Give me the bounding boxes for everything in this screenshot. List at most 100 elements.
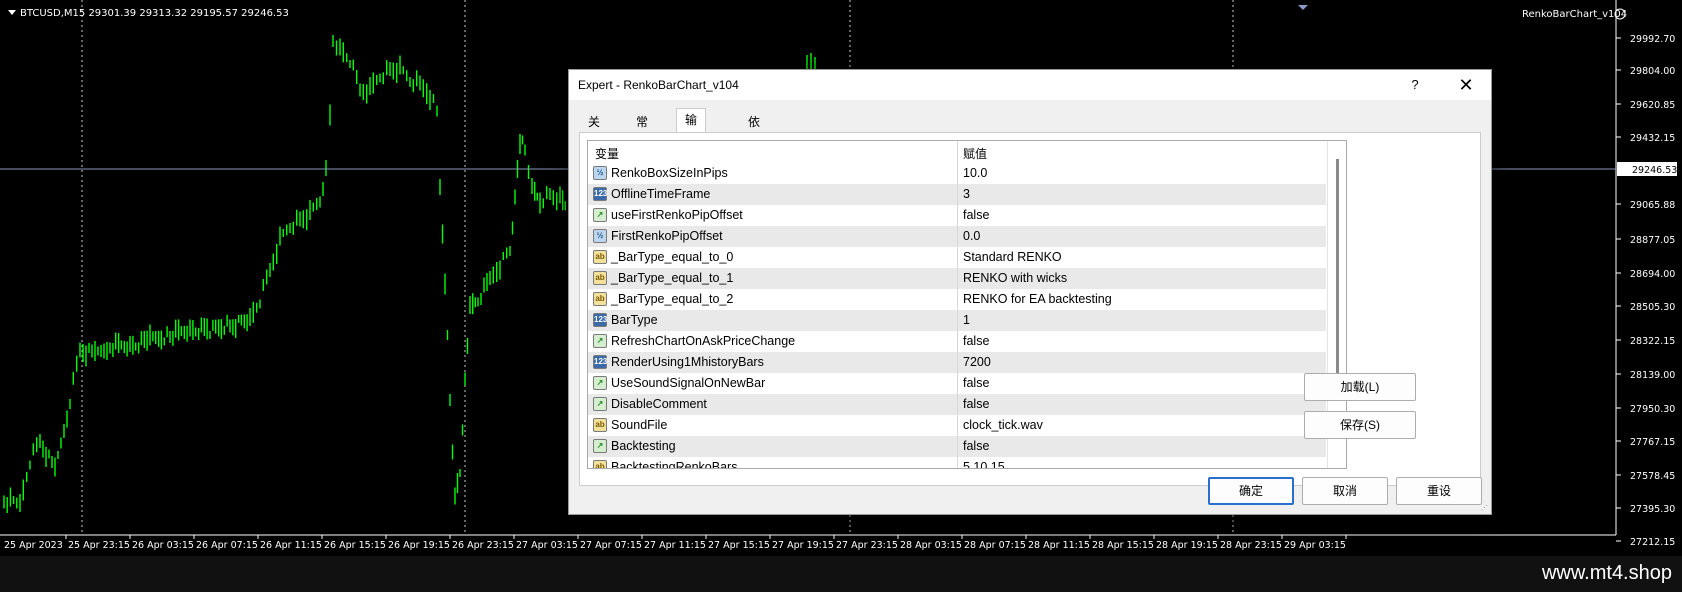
input-variable-name: BacktestingRenkoBars: [611, 460, 738, 469]
input-variable-name: _BarType_equal_to_1: [611, 271, 734, 285]
column-divider[interactable]: [957, 141, 958, 468]
price-label: 27950.30: [1630, 404, 1675, 415]
input-variable-name: SoundFile: [611, 418, 668, 432]
bool-type-icon: ↗: [593, 397, 607, 411]
time-label: 27 Apr 07:15: [580, 540, 642, 551]
str-type-icon: ab: [593, 460, 607, 468]
time-label: 26 Apr 19:15: [388, 540, 450, 551]
bool-type-icon: ↗: [593, 208, 607, 222]
input-variable-name: RefreshChartOnAskPriceChange: [611, 334, 796, 348]
bool-type-icon: ↗: [593, 334, 607, 348]
dialog-title: Expert - RenkoBarChart_v104: [578, 78, 739, 92]
inputs-panel: 变量 赋值 ½ RenkoBoxSizeInPips 10.0 123 OfflineT…: [579, 132, 1481, 486]
input-value[interactable]: RENKO for EA backtesting: [963, 292, 1112, 306]
resize-grip-icon[interactable]: ⋰: [1481, 504, 1489, 512]
scrollbar-thumb[interactable]: [1336, 159, 1339, 397]
bool-type-icon: ↗: [593, 439, 607, 453]
chart-symbol-info: BTCUSD,M15 29301.39 29313.32 29195.57 29…: [20, 8, 289, 19]
num-type-icon: ½: [593, 166, 607, 180]
int-type-icon: 123: [593, 313, 607, 327]
cancel-button[interactable]: 取消: [1302, 477, 1388, 505]
input-value[interactable]: false: [963, 397, 989, 411]
input-value[interactable]: Standard RENKO: [963, 250, 1062, 264]
dialog-titlebar[interactable]: Expert - RenkoBarChart_v104 ? ✕: [569, 70, 1491, 100]
time-label: 28 Apr 19:15: [1156, 540, 1218, 551]
price-label: 28694.00: [1630, 269, 1675, 280]
str-type-icon: ab: [593, 271, 607, 285]
input-variable-name: RenkoBoxSizeInPips: [611, 166, 728, 180]
price-label: 27767.15: [1630, 437, 1675, 448]
footer-bar: www.mt4.shop: [0, 556, 1682, 592]
price-label: 29804.00: [1630, 66, 1675, 77]
input-value[interactable]: false: [963, 439, 989, 453]
input-value[interactable]: RENKO with wicks: [963, 271, 1067, 285]
time-label: 26 Apr 15:15: [324, 540, 386, 551]
input-value[interactable]: 0.0: [963, 229, 980, 243]
time-label: 28 Apr 03:15: [900, 540, 962, 551]
str-type-icon: ab: [593, 292, 607, 306]
price-label: 28877.05: [1630, 235, 1675, 246]
input-value[interactable]: clock_tick.wav: [963, 418, 1043, 432]
expert-properties-dialog: Expert - RenkoBarChart_v104 ? ✕ 关于 常用 输入…: [568, 69, 1492, 515]
input-value[interactable]: false: [963, 334, 989, 348]
time-label: 27 Apr 15:15: [708, 540, 770, 551]
input-value[interactable]: 5 10 15: [963, 460, 1005, 468]
time-label: 27 Apr 11:15: [644, 540, 706, 551]
input-value[interactable]: 1: [963, 313, 970, 327]
header-variable[interactable]: 变量: [595, 145, 619, 162]
input-variable-name: _BarType_equal_to_0: [611, 250, 734, 264]
price-label: 28139.00: [1630, 370, 1675, 381]
input-value[interactable]: 7200: [963, 355, 991, 369]
price-label: 28322.15: [1630, 336, 1675, 347]
current-price-label: 29246.53: [1632, 165, 1677, 176]
int-type-icon: 123: [593, 187, 607, 201]
tab-inputs[interactable]: 输入参数: [676, 108, 707, 193]
input-variable-name: OfflineTimeFrame: [611, 187, 711, 201]
time-label: 26 Apr 11:15: [260, 540, 322, 551]
time-label: 26 Apr 23:15: [452, 540, 514, 551]
input-variable-name: Backtesting: [611, 439, 676, 453]
time-label: 28 Apr 07:15: [964, 540, 1026, 551]
input-variable-name: FirstRenkoPipOffset: [611, 229, 723, 243]
time-label: 27 Apr 03:15: [516, 540, 578, 551]
time-label: 25 Apr 23:15: [68, 540, 130, 551]
price-label: 29620.85: [1630, 100, 1675, 111]
close-button[interactable]: ✕: [1451, 73, 1481, 97]
input-value[interactable]: 10.0: [963, 166, 987, 180]
indicator-label: RenkoBarChart_v104: [1522, 9, 1627, 20]
input-variable-name: useFirstRenkoPipOffset: [611, 208, 743, 222]
reset-button[interactable]: 重设: [1396, 477, 1482, 505]
input-variable-name: RenderUsing1MhistoryBars: [611, 355, 764, 369]
time-label: 28 Apr 15:15: [1092, 540, 1154, 551]
price-label: 28505.30: [1630, 302, 1675, 313]
ok-button[interactable]: 确定: [1208, 477, 1294, 505]
time-label: 26 Apr 03:15: [132, 540, 194, 551]
input-value[interactable]: false: [963, 376, 989, 390]
tab-common[interactable]: 常用: [627, 110, 658, 151]
input-variable-name: UseSoundSignalOnNewBar: [611, 376, 766, 390]
save-button[interactable]: 保存(S): [1304, 411, 1416, 439]
input-value[interactable]: 3: [963, 187, 970, 201]
input-value[interactable]: false: [963, 208, 989, 222]
tab-about[interactable]: 关于: [579, 110, 610, 151]
price-label: 29065.88: [1630, 200, 1675, 211]
input-variable-name: DisableComment: [611, 397, 707, 411]
str-type-icon: ab: [593, 250, 607, 264]
time-label: 29 Apr 03:15: [1284, 540, 1346, 551]
time-label: 27 Apr 19:15: [772, 540, 834, 551]
str-type-icon: ab: [593, 418, 607, 432]
tab-dependencies[interactable]: 依存关系: [739, 110, 770, 195]
num-type-icon: ½: [593, 229, 607, 243]
time-label: 28 Apr 11:15: [1028, 540, 1090, 551]
header-value[interactable]: 赋值: [963, 145, 987, 162]
time-label: 25 Apr 2023: [4, 540, 63, 551]
site-watermark: www.mt4.shop: [1541, 562, 1672, 584]
input-variable-name: _BarType_equal_to_2: [611, 292, 734, 306]
price-label: 27578.45: [1630, 471, 1675, 482]
help-button[interactable]: ?: [1403, 74, 1427, 96]
time-label: 28 Apr 23:15: [1220, 540, 1282, 551]
load-button[interactable]: 加载(L): [1304, 373, 1416, 401]
input-variable-name: BarType: [611, 313, 658, 327]
price-label: 29432.15: [1630, 133, 1675, 144]
bool-type-icon: ↗: [593, 376, 607, 390]
